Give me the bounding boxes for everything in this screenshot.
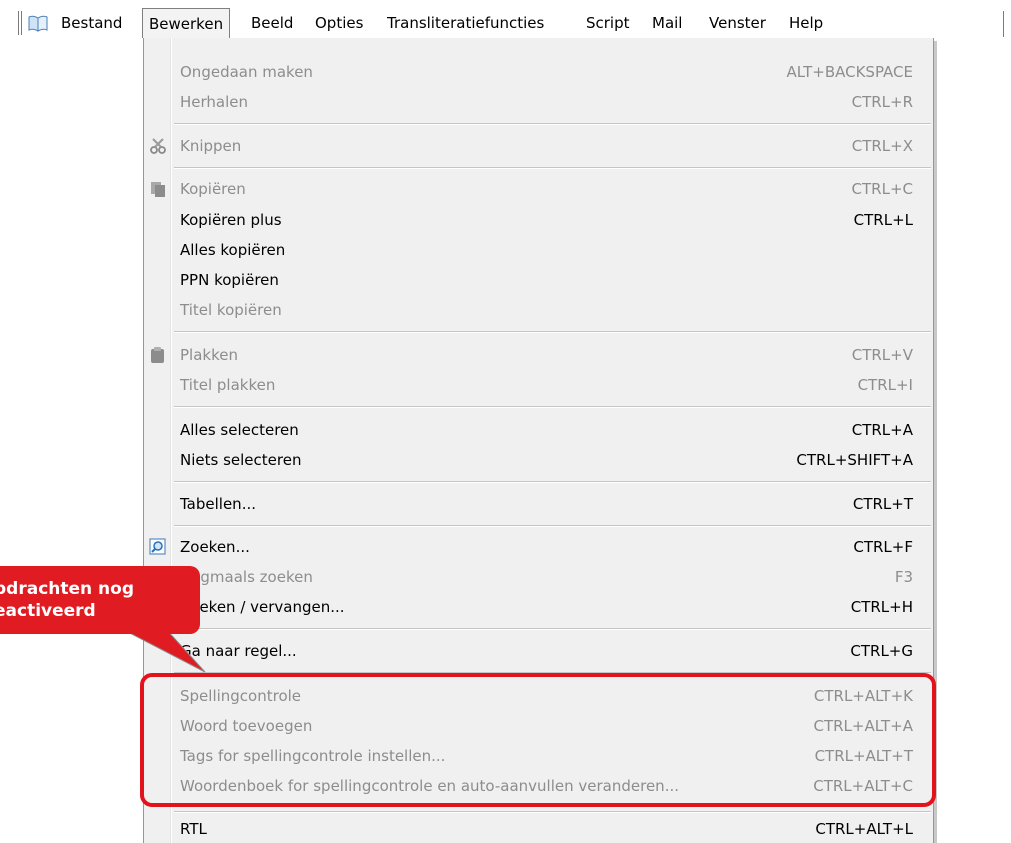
callout-bubble: pdrachten nog eactiveerd (0, 566, 200, 634)
menu-item-knippen[interactable]: Knippen CTRL+X (144, 132, 933, 160)
scissors-icon (150, 138, 166, 154)
menu-item-ga-naar-regel[interactable]: Ga naar regel... CTRL+G (144, 637, 933, 665)
menu-item-herhalen[interactable]: Herhalen CTRL+R (144, 88, 933, 116)
menu-item-nogmaals-zoeken[interactable]: Nogmaals zoeken F3 (144, 563, 933, 591)
menu-bewerken[interactable]: Bewerken (142, 8, 231, 38)
menu-item-label: Niets selecteren (180, 451, 302, 469)
menu-separator (174, 481, 931, 483)
menu-item-shortcut: CTRL+A (851, 421, 913, 439)
search-icon (149, 538, 166, 555)
menu-item-shortcut: CTRL+T (852, 495, 913, 513)
menu-item-rtl[interactable]: RTL CTRL+ALT+L (144, 815, 933, 843)
menu-item-kopieren-plus[interactable]: Kopiëren plus CTRL+L (144, 206, 933, 234)
menu-item-tabellen[interactable]: Tabellen... CTRL+T (144, 490, 933, 518)
menu-item-label: Tabellen... (180, 495, 256, 513)
menu-item-shortcut: CTRL+ALT+L (815, 820, 913, 838)
menu-item-label: PPN kopiëren (180, 271, 279, 289)
menu-item-label: Kopiëren (180, 180, 246, 198)
menu-mail[interactable]: Mail (652, 12, 682, 34)
menu-item-zoeken[interactable]: Zoeken... CTRL+F (144, 533, 933, 561)
menu-item-shortcut: F3 (894, 568, 913, 586)
menu-item-shortcut: CTRL+R (851, 93, 913, 111)
menu-item-alles-kopieren[interactable]: Alles kopiëren (144, 236, 933, 264)
callout-line-2: eactiveerd (0, 601, 96, 621)
menu-separator (174, 167, 931, 169)
copy-icon (151, 182, 165, 197)
menu-separator (174, 811, 931, 813)
menu-item-shortcut: CTRL+I (857, 376, 913, 394)
menu-item-label: RTL (180, 820, 207, 838)
menu-separator (174, 123, 931, 125)
menu-separator (174, 525, 931, 527)
paste-icon (151, 347, 164, 363)
menu-item-label: Herhalen (180, 93, 249, 111)
menu-item-label: Titel kopiëren (180, 301, 282, 319)
menu-item-zoeken-vervangen[interactable]: Zoeken / vervangen... CTRL+H (144, 593, 933, 621)
menu-help[interactable]: Help (789, 12, 823, 34)
callout-line-1: pdrachten nog (0, 579, 135, 599)
menu-item-label: Alles selecteren (180, 421, 299, 439)
menu-item-ppn-kopieren[interactable]: PPN kopiëren (144, 266, 933, 294)
menu-separator (174, 628, 931, 630)
menu-item-shortcut: CTRL+SHIFT+A (796, 451, 913, 469)
menu-item-label: Kopiëren plus (180, 211, 282, 229)
toolbar-grip-line (21, 11, 22, 35)
menu-item-titel-plakken[interactable]: Titel plakken CTRL+I (144, 371, 933, 399)
menu-item-alles-selecteren[interactable]: Alles selecteren CTRL+A (144, 416, 933, 444)
menu-item-label: Zoeken... (180, 538, 250, 556)
menu-opties[interactable]: Opties (315, 12, 363, 34)
menu-item-shortcut: CTRL+X (851, 137, 913, 155)
menu-item-shortcut: CTRL+C (851, 180, 913, 198)
menu-item-titel-kopieren[interactable]: Titel kopiëren (144, 296, 933, 324)
menu-item-label: Knippen (180, 137, 242, 155)
menu-bestand[interactable]: Bestand (61, 12, 122, 34)
menu-item-shortcut: CTRL+L (853, 211, 913, 229)
menu-script[interactable]: Script (586, 12, 630, 34)
menu-item-niets-selecteren[interactable]: Niets selecteren CTRL+SHIFT+A (144, 446, 933, 474)
menu-separator (174, 331, 931, 333)
menu-item-shortcut: CTRL+G (850, 642, 913, 660)
menu-item-label: Titel plakken (180, 376, 276, 394)
menu-item-label: Ongedaan maken (180, 63, 313, 81)
highlight-frame (140, 673, 936, 807)
toolbar-grip (18, 11, 19, 35)
menu-item-shortcut: CTRL+V (851, 346, 913, 364)
menu-item-label: Ga naar regel... (180, 642, 297, 660)
menu-item-label: Alles kopiëren (180, 241, 286, 259)
menu-item-plakken[interactable]: Plakken CTRL+V (144, 341, 933, 369)
menu-beeld[interactable]: Beeld (251, 12, 293, 34)
menu-item-ongedaan-maken[interactable]: Ongedaan maken ALT+BACKSPACE (144, 58, 933, 86)
menu-item-shortcut: ALT+BACKSPACE (786, 63, 913, 81)
menu-item-label: Plakken (180, 346, 238, 364)
menu-separator (174, 406, 931, 408)
menu-item-kopieren[interactable]: Kopiëren CTRL+C (144, 175, 933, 203)
menubar-end-line (1003, 11, 1004, 37)
menu-venster[interactable]: Venster (709, 12, 766, 34)
menu-item-shortcut: CTRL+H (850, 598, 913, 616)
menu-transliteratiefuncties[interactable]: Transliteratiefuncties (387, 12, 544, 34)
menu-item-label: Zoeken / vervangen... (180, 598, 345, 616)
menu-item-shortcut: CTRL+F (853, 538, 913, 556)
book-icon (28, 15, 48, 32)
